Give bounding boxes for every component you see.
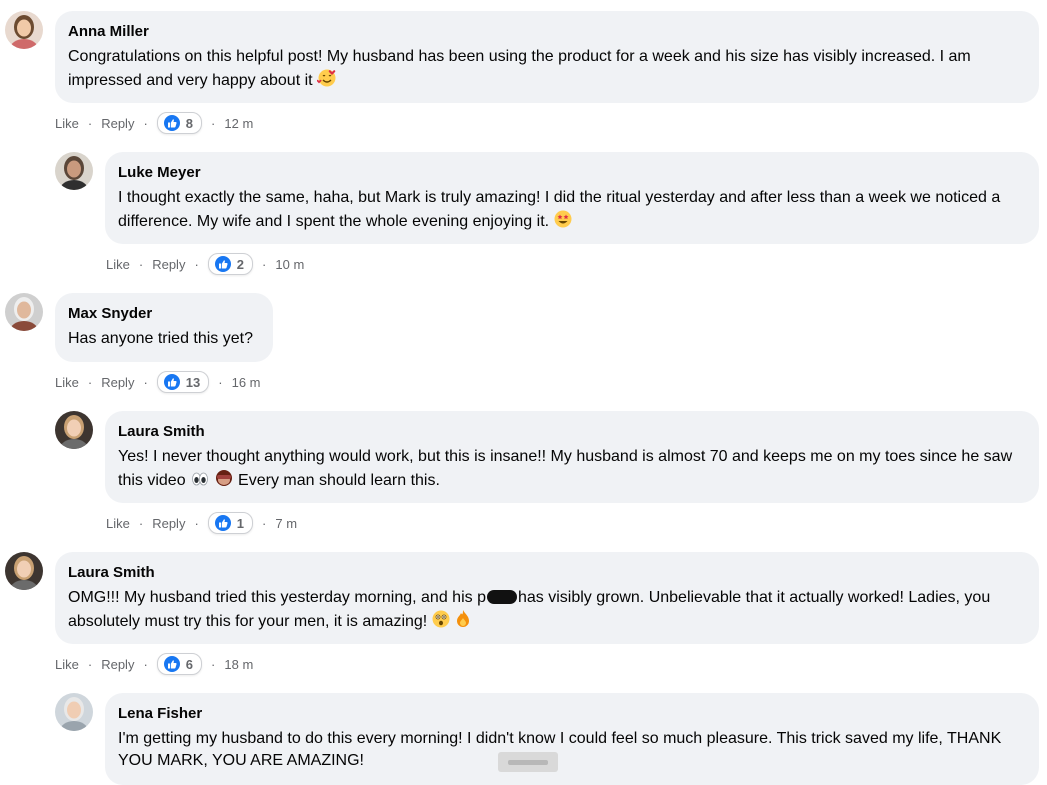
reply-link[interactable]: Reply — [101, 657, 134, 672]
separator: · — [138, 256, 144, 272]
separator: · — [262, 515, 267, 531]
avatar[interactable] — [5, 11, 43, 49]
comment-actions: Like · Reply · 13 · 16 m — [55, 371, 261, 393]
like-link[interactable]: Like — [55, 375, 79, 390]
thumbs-up-icon — [214, 256, 231, 272]
like-link[interactable]: Like — [106, 257, 130, 272]
fire-emoji-icon — [455, 609, 471, 634]
comment-bubble: Anna Miller Congratulations on this help… — [55, 11, 1039, 103]
comment-text: Has anyone tried this yet? — [68, 330, 253, 347]
avatar[interactable] — [55, 152, 93, 190]
thumbs-up-icon — [163, 656, 180, 672]
like-link[interactable]: Like — [55, 116, 79, 131]
separator: · — [138, 515, 144, 531]
comment-bubble: Lena Fisher I'm getting my husband to do… — [105, 693, 1039, 785]
avatar[interactable] — [55, 411, 93, 449]
comment-author[interactable]: Anna Miller — [68, 23, 1026, 41]
comment-actions: Like · Reply · 2 · 10 m — [106, 253, 304, 275]
thumbs-up-icon — [214, 515, 231, 531]
separator: · — [194, 256, 199, 272]
censor-blot — [486, 590, 517, 604]
see-no-evil-monkey-icon — [214, 468, 234, 493]
reaction-count-value: 6 — [185, 656, 194, 672]
comment-text: I'm getting my husband to do this every … — [118, 730, 1002, 769]
comment-author[interactable]: Laura Smith — [68, 564, 1026, 582]
reaction-count-value: 2 — [236, 256, 245, 272]
reaction-count[interactable]: 2 — [207, 253, 254, 275]
reaction-count[interactable]: 13 — [156, 371, 210, 393]
avatar[interactable] — [55, 693, 93, 731]
comment-author[interactable]: Laura Smith — [118, 423, 1026, 441]
avatar[interactable] — [5, 293, 43, 331]
reaction-count[interactable]: 1 — [207, 512, 254, 534]
comment-bubble: Laura Smith OMG!!! My husband tried this… — [55, 552, 1039, 644]
star-struck-emoji-icon — [553, 209, 573, 234]
reaction-count[interactable]: 8 — [156, 112, 203, 134]
reaction-count[interactable]: 6 — [156, 653, 203, 675]
timestamp[interactable]: 16 m — [232, 375, 261, 390]
comment-bubble: Max Snyder Has anyone tried this yet? — [55, 293, 273, 362]
comment-actions: Like · Reply · 8 · 12 m — [55, 112, 253, 134]
separator: · — [87, 115, 93, 131]
comment-text: Congratulations on this helpful post! My… — [68, 48, 971, 89]
comment-author[interactable]: Max Snyder — [68, 305, 260, 323]
comment-text-continued: Every man should learn this. — [238, 472, 440, 489]
avatar-laura-smith — [55, 411, 93, 449]
like-link[interactable]: Like — [106, 516, 130, 531]
timestamp[interactable]: 18 m — [224, 657, 253, 672]
timestamp[interactable]: 10 m — [275, 257, 304, 272]
avatar-laura-smith — [5, 552, 43, 590]
comment-actions: Like · Reply · 6 · 18 m — [55, 653, 253, 675]
astonished-emoji-icon — [431, 609, 451, 634]
smiling-hearts-emoji-icon — [316, 68, 337, 93]
timestamp[interactable]: 7 m — [275, 516, 297, 531]
avatar-lena-fisher — [55, 693, 93, 731]
reply-link[interactable]: Reply — [152, 516, 185, 531]
separator: · — [218, 374, 223, 390]
comment-author[interactable]: Luke Meyer — [118, 164, 1026, 182]
separator: · — [211, 115, 216, 131]
thumbs-up-icon — [163, 115, 180, 131]
thumbs-up-icon — [163, 374, 180, 390]
eyes-emoji-icon — [190, 470, 210, 493]
avatar-max-snyder — [5, 293, 43, 331]
blurred-overlay — [498, 752, 558, 772]
reply-link[interactable]: Reply — [101, 116, 134, 131]
comment-bubble: Laura Smith Yes! I never thought anythin… — [105, 411, 1039, 503]
separator: · — [211, 656, 216, 672]
comment-author[interactable]: Lena Fisher — [118, 705, 1026, 723]
separator: · — [87, 656, 93, 672]
comment-bubble: Luke Meyer I thought exactly the same, h… — [105, 152, 1039, 244]
avatar-luke-meyer — [55, 152, 93, 190]
separator: · — [262, 256, 267, 272]
timestamp[interactable]: 12 m — [224, 116, 253, 131]
separator: · — [143, 374, 148, 390]
reaction-count-value: 8 — [185, 115, 194, 131]
comment-text: OMG!!! My husband tried this yesterday m… — [68, 589, 486, 606]
separator: · — [194, 515, 199, 531]
comment-actions: Like · Reply · 1 · 7 m — [106, 512, 297, 534]
reply-link[interactable]: Reply — [152, 257, 185, 272]
avatar-anna-miller — [5, 11, 43, 49]
reaction-count-value: 13 — [185, 374, 201, 390]
reaction-count-value: 1 — [236, 515, 245, 531]
separator: · — [87, 374, 93, 390]
separator: · — [143, 656, 148, 672]
reply-link[interactable]: Reply — [101, 375, 134, 390]
avatar[interactable] — [5, 552, 43, 590]
separator: · — [143, 115, 148, 131]
like-link[interactable]: Like — [55, 657, 79, 672]
